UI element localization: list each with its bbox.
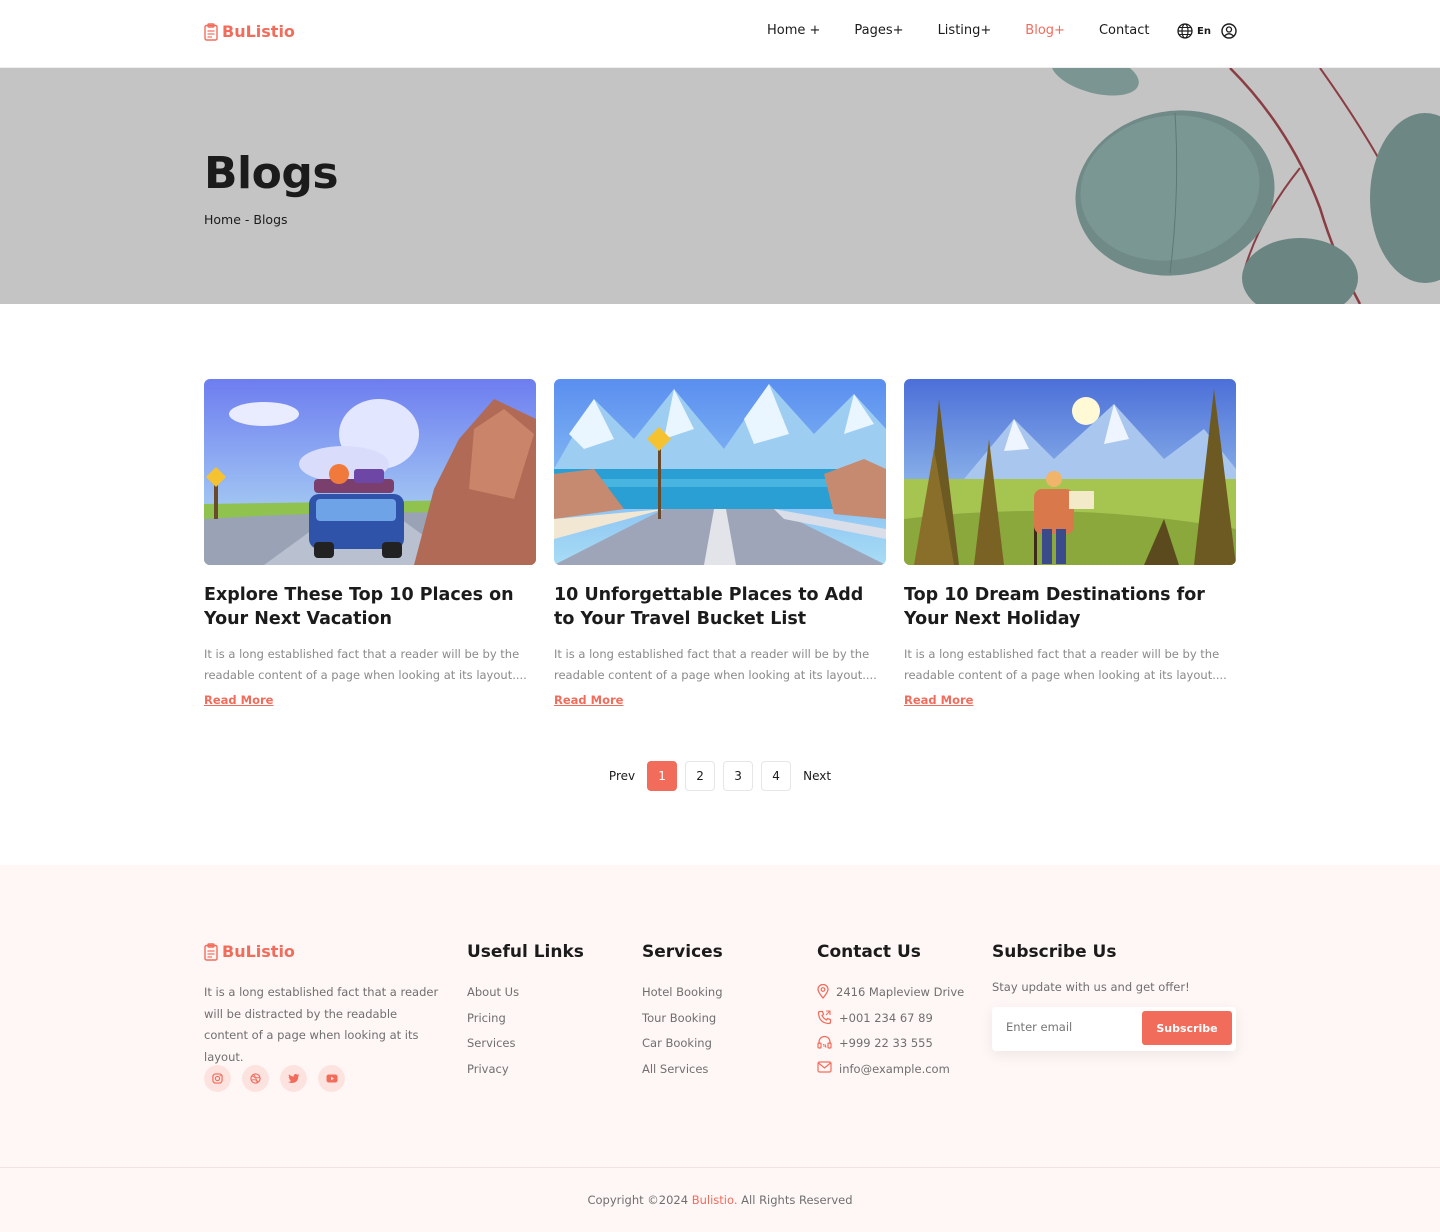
subscribe-button[interactable]: Subscribe (1142, 1011, 1232, 1045)
nav-contact[interactable]: Contact (1099, 23, 1150, 38)
site-header: BuListio Home + Pages+ Listing+ Blog+ Co… (0, 0, 1440, 68)
footer-link-pricing[interactable]: Pricing (467, 1010, 584, 1036)
blog-card-excerpt: It is a long established fact that a rea… (554, 647, 877, 682)
footer-address: 2416 Mapleview Drive (817, 984, 964, 1010)
blog-card-excerpt: It is a long established fact that a rea… (204, 647, 527, 682)
nav-home[interactable]: Home + (767, 23, 820, 38)
blog-card-list: Explore These Top 10 Places on Your Next… (204, 379, 1236, 708)
footer-phone-1[interactable]: +001 234 67 89 (817, 1009, 964, 1036)
language-selector[interactable]: En (1177, 23, 1211, 39)
logo-text: BuListio (222, 22, 295, 41)
user-account-button[interactable] (1221, 23, 1237, 43)
pagination-prev[interactable]: Prev (605, 769, 639, 783)
footer-link-services[interactable]: Services (467, 1035, 584, 1061)
twitter-link[interactable] (280, 1065, 307, 1092)
footer-service-tour[interactable]: Tour Booking (642, 1010, 723, 1036)
instagram-link[interactable] (204, 1065, 231, 1092)
copyright-bar: Copyright ©2024 Bulistio. All Rights Res… (0, 1167, 1440, 1207)
footer-address-text: 2416 Mapleview Drive (836, 985, 965, 999)
copyright-prefix: Copyright ©2024 (587, 1193, 692, 1207)
nav-listing[interactable]: Listing+ (938, 23, 992, 38)
footer-useful-links: Useful Links About Us Pricing Services P… (467, 942, 584, 1086)
phone-forward-icon (817, 1009, 832, 1024)
pagination-page-1[interactable]: 1 (647, 761, 678, 791)
blog-card: Explore These Top 10 Places on Your Next… (204, 379, 536, 708)
footer-service-all[interactable]: All Services (642, 1061, 723, 1087)
youtube-link[interactable] (318, 1065, 345, 1092)
clipboard-logo-icon (204, 942, 218, 961)
footer-logo-text: BuListio (222, 942, 295, 961)
footer-link-privacy[interactable]: Privacy (467, 1061, 584, 1087)
blog-card: Top 10 Dream Destinations for Your Next … (904, 379, 1236, 708)
footer-email[interactable]: info@example.com (817, 1060, 964, 1087)
blog-card-title[interactable]: Explore These Top 10 Places on Your Next… (204, 583, 536, 631)
footer-service-hotel[interactable]: Hotel Booking (642, 984, 723, 1010)
envelope-icon (817, 1060, 832, 1073)
footer-phone-2[interactable]: +999 22 33 555 (817, 1035, 964, 1061)
breadcrumb: Home - Blogs (204, 212, 288, 227)
footer-phone-2-text: +999 22 33 555 (839, 1036, 933, 1050)
footer-services-title: Services (642, 942, 723, 962)
footer-contact: Contact Us 2416 Mapleview Drive +001 234… (817, 942, 964, 1086)
youtube-icon (326, 1074, 337, 1083)
instagram-icon (212, 1073, 223, 1084)
footer-link-about[interactable]: About Us (467, 984, 584, 1010)
clipboard-logo-icon (204, 22, 218, 41)
footer-service-car[interactable]: Car Booking (642, 1035, 723, 1061)
blog-image-road-trip[interactable] (204, 379, 536, 565)
read-more-link[interactable]: Read More (204, 693, 273, 707)
footer-useful-links-title: Useful Links (467, 942, 584, 962)
eucalyptus-leaves-decoration (1051, 68, 1440, 304)
subscribe-email-input[interactable] (1006, 1020, 1136, 1034)
blog-card: 10 Unforgettable Places to Add to Your T… (554, 379, 886, 708)
logo[interactable]: BuListio (204, 22, 295, 41)
pagination-page-3[interactable]: 3 (723, 761, 754, 791)
page-title: Blogs (204, 148, 339, 199)
blog-image-mountain-sea[interactable] (554, 379, 886, 565)
footer-subscribe-text: Stay update with us and get offer! (992, 980, 1190, 994)
copyright-brand-link[interactable]: Bulistio. (692, 1193, 738, 1207)
social-links (204, 1065, 345, 1092)
pagination-page-4[interactable]: 4 (761, 761, 792, 791)
footer-subscribe-title: Subscribe Us (992, 942, 1117, 962)
site-footer: BuListio It is a long established fact t… (0, 865, 1440, 1232)
nav-blog[interactable]: Blog+ (1025, 23, 1065, 38)
blog-card-excerpt: It is a long established fact that a rea… (904, 647, 1227, 682)
main-nav: Home + Pages+ Listing+ Blog+ Contact (767, 23, 1184, 38)
language-label: En (1197, 25, 1211, 37)
footer-about-text: It is a long established fact that a rea… (204, 985, 439, 1064)
dribbble-link[interactable] (242, 1065, 269, 1092)
blog-image-hiker-forest[interactable] (904, 379, 1236, 565)
pagination-page-2[interactable]: 2 (685, 761, 716, 791)
footer-subscribe: Subscribe Us Stay update with us and get… (992, 942, 1236, 1051)
user-icon (1221, 23, 1237, 39)
nav-pages[interactable]: Pages+ (854, 23, 903, 38)
page-hero: Blogs Home - Blogs (0, 68, 1440, 304)
headset-icon (817, 1035, 832, 1049)
twitter-icon (287, 1073, 299, 1084)
dribbble-icon (250, 1073, 261, 1084)
footer-phone-1-text: +001 234 67 89 (839, 1010, 933, 1025)
blog-card-title[interactable]: 10 Unforgettable Places to Add to Your T… (554, 583, 886, 631)
subscribe-form: Subscribe (992, 1007, 1236, 1051)
pagination: Prev 1 2 3 4 Next (0, 761, 1440, 791)
map-pin-icon (817, 984, 829, 999)
footer-services: Services Hotel Booking Tour Booking Car … (642, 942, 723, 1086)
footer-contact-title: Contact Us (817, 942, 921, 962)
blog-card-title[interactable]: Top 10 Dream Destinations for Your Next … (904, 583, 1236, 631)
read-more-link[interactable]: Read More (904, 693, 973, 707)
read-more-link[interactable]: Read More (554, 693, 623, 707)
globe-icon (1177, 23, 1193, 39)
copyright-suffix: All Rights Reserved (737, 1193, 853, 1207)
footer-email-text: info@example.com (839, 1061, 950, 1076)
footer-logo[interactable]: BuListio (204, 942, 295, 961)
pagination-next[interactable]: Next (799, 769, 835, 783)
